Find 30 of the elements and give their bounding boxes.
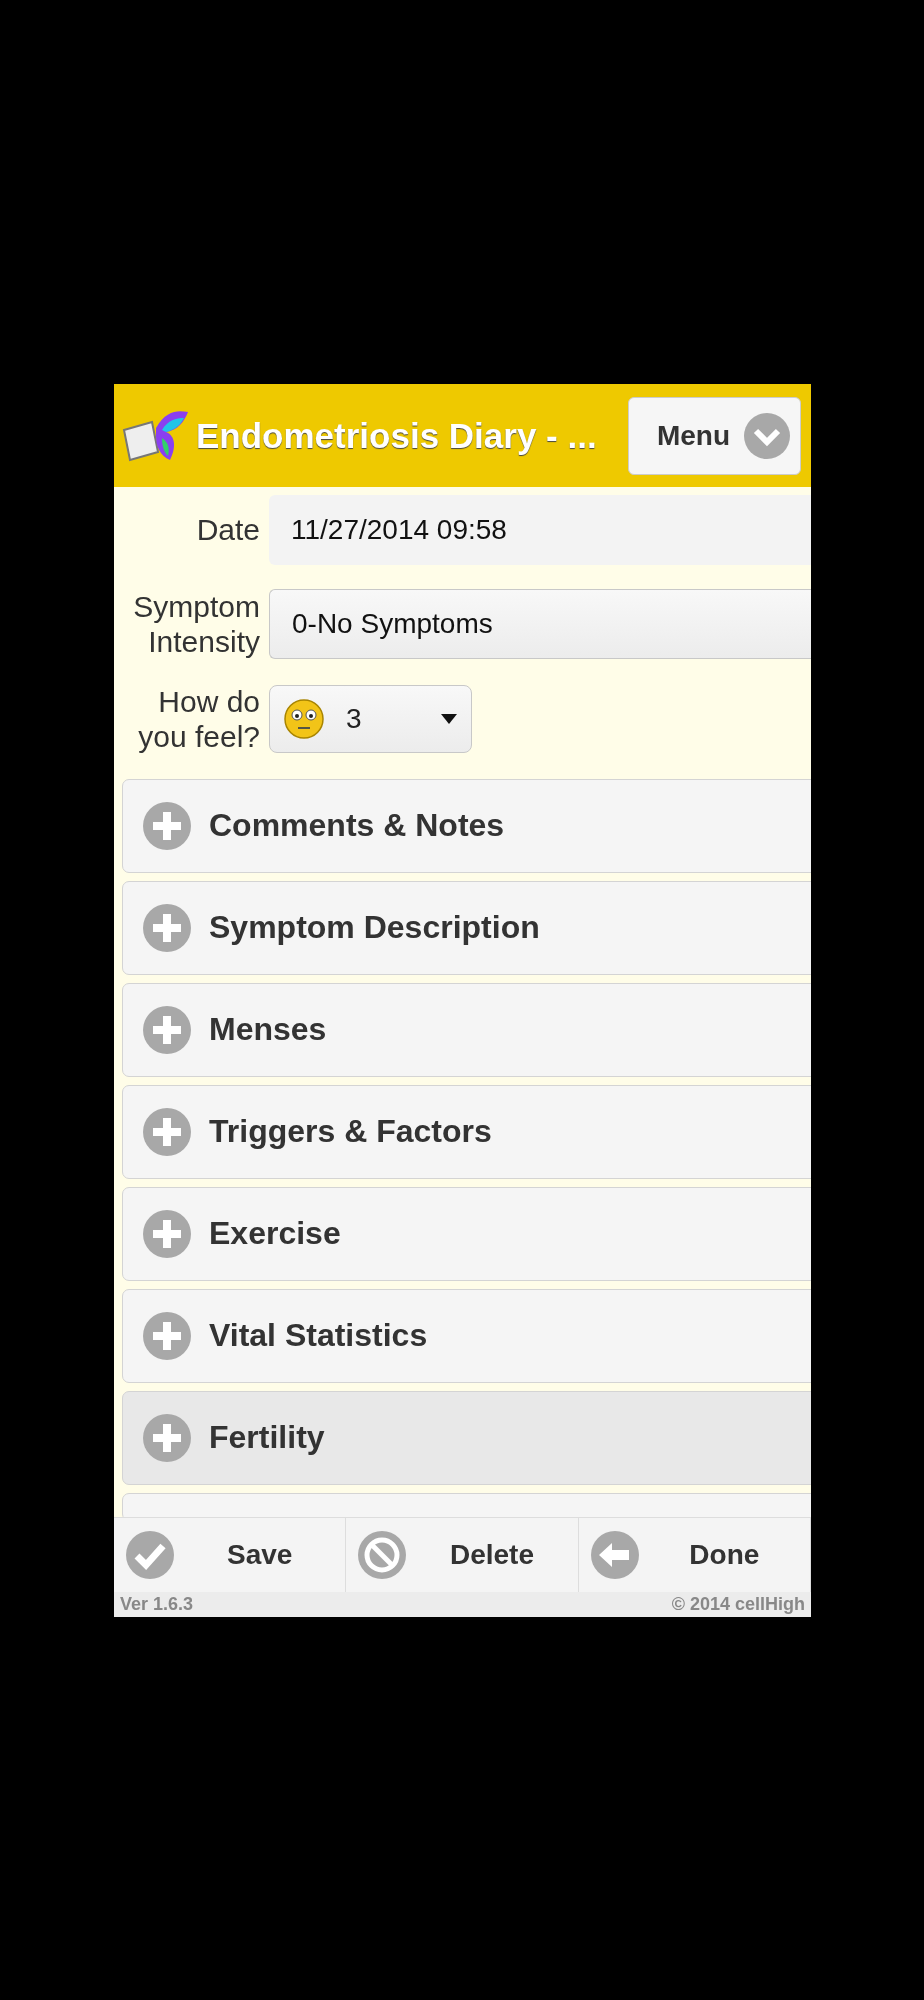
plus-icon [143, 903, 191, 952]
field-label: Symptom Intensity [132, 589, 261, 660]
plus-icon [143, 1209, 191, 1258]
dropdown-arrow-icon [441, 714, 457, 725]
collapsible-section[interactable]: Vital Statistics [122, 1288, 811, 1383]
prohibited-icon [358, 1531, 407, 1579]
plus-icon [143, 1107, 191, 1156]
plus-icon [143, 801, 191, 850]
copyright-text: © 2014 cellHigh [671, 1594, 805, 1615]
chevron-down-icon [744, 412, 790, 459]
collapsible-section[interactable]: Exercise [122, 1186, 811, 1281]
version-text: Ver 1.6.3 [120, 1594, 194, 1615]
mood-value: 3 [346, 703, 363, 736]
collapsible-section[interactable]: Comments & Notes [122, 778, 811, 873]
intensity-select[interactable]: 0-No Symptoms [269, 589, 811, 660]
plus-icon [143, 1413, 191, 1462]
plus-icon [143, 1311, 191, 1360]
field-label: How do you feel? [137, 683, 261, 755]
plus-icon [143, 1005, 191, 1054]
face-icon [284, 699, 324, 740]
collapsible-section[interactable]: Menses [122, 982, 811, 1077]
checkmark-icon [126, 1531, 174, 1579]
date-field[interactable]: 11/27/2014 09:58 [269, 495, 811, 565]
collapsible-section[interactable]: Symptom Description [122, 880, 811, 975]
field-label: Date [195, 512, 261, 548]
menu-button[interactable]: Menu [627, 396, 801, 475]
app-title: Endometriosis Diary - ... [196, 415, 598, 456]
collapsible-section[interactable]: Fertility [122, 1390, 811, 1485]
collapsible-section[interactable]: Triggers & Factors [122, 1084, 811, 1179]
mood-select[interactable]: 3 [269, 685, 472, 754]
